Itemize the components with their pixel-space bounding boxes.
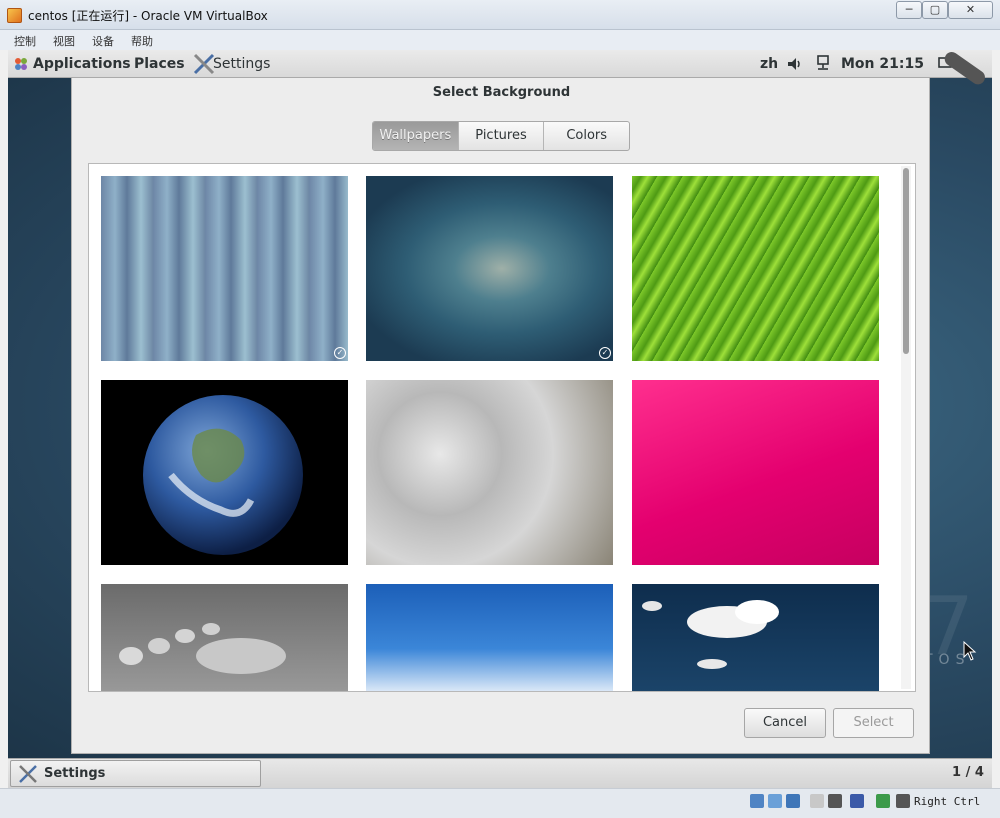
background-source-tabs: Wallpapers Pictures Colors [372,121,630,151]
window-title: centos [正在运行] - Oracle VM VirtualBox [28,9,268,23]
video-capture-icon[interactable] [850,794,864,808]
gallery-scrollbar[interactable] [901,166,911,689]
active-app-menu[interactable]: Settings [213,56,270,72]
gnome-top-panel: Applications Places Settings zh Mon 21:1… [8,50,992,88]
settings-tools-icon [19,765,37,783]
optical-drive-icon[interactable] [768,794,782,808]
applications-icon [15,58,27,70]
host-key-label: Right Ctrl [914,795,981,808]
menu-machine[interactable]: 控制 [14,33,36,49]
usb-icon[interactable] [810,794,824,808]
timed-wallpaper-icon: ✓ [599,347,611,359]
menu-devices[interactable]: 设备 [92,33,114,49]
guest-display[interactable]: Applications Places Settings zh Mon 21:1… [8,50,992,758]
mouse-pointer-icon [963,641,977,661]
wallpaper-blue-sky-clouds[interactable] [366,584,613,691]
cloud-image [642,600,779,669]
mouse-integration-icon[interactable] [876,794,890,808]
wallpaper-gallery: ✓ ✓ [88,163,916,692]
menu-view[interactable]: 视图 [53,33,75,49]
vbox-statusbar: Right Ctrl [0,788,1000,818]
scrollbar-thumb[interactable] [903,168,909,354]
workspace-indicator[interactable]: 1 / 4 [952,765,984,780]
dialog-title: Select Background [432,85,571,100]
maximize-button[interactable]: ▢ [922,1,948,19]
select-background-dialog: Select Background Wallpapers Pictures Co… [71,78,930,754]
hard-disk-icon[interactable] [750,794,764,808]
wallpaper-blue-stripes[interactable]: ✓ [101,176,348,361]
network-icon[interactable] [816,55,830,71]
wallpaper-pink-fabric[interactable] [632,380,879,565]
select-button[interactable]: Select [833,708,914,738]
timed-wallpaper-icon: ✓ [334,347,346,359]
minimize-button[interactable]: ─ [896,1,922,19]
gnome-bottom-panel: Settings 1 / 4 [8,758,992,788]
tab-pictures[interactable]: Pictures [459,122,545,150]
places-menu[interactable]: Places [134,56,185,72]
cancel-button[interactable]: Cancel [744,708,826,738]
volume-icon[interactable] [787,56,803,72]
clock[interactable]: Mon 21:15 [841,56,924,72]
wallpaper-cloud-dark-sky[interactable] [632,584,879,691]
wallpaper-earth[interactable] [101,380,348,565]
wallpaper-water-drops[interactable] [101,584,348,691]
tab-wallpapers[interactable]: Wallpapers [373,122,459,150]
shared-folders-icon[interactable] [828,794,842,808]
tab-colors[interactable]: Colors [544,122,629,150]
water-drops-image [119,623,286,674]
virtualbox-icon [7,8,22,23]
vbox-menubar: 控制 视图 设备 帮助 [0,30,1000,50]
taskbar-settings-window[interactable]: Settings [10,760,261,787]
menu-help[interactable]: 帮助 [131,33,153,49]
earth-image [143,395,303,555]
window-titlebar: centos [正在运行] - Oracle VM VirtualBox ─ ▢… [0,0,1000,30]
network-adapter-icon[interactable] [786,794,800,808]
wallpaper-blue-blur-centos[interactable]: ✓ [366,176,613,361]
taskbar-label: Settings [44,766,106,781]
applications-menu[interactable]: Applications [33,56,131,72]
host-key-arrow-icon [896,794,910,808]
wallpaper-dandelion[interactable] [366,380,613,565]
input-language-indicator[interactable]: zh [760,56,778,72]
wallpaper-green-leaf[interactable] [632,176,879,361]
close-button[interactable]: ✕ [948,1,993,19]
